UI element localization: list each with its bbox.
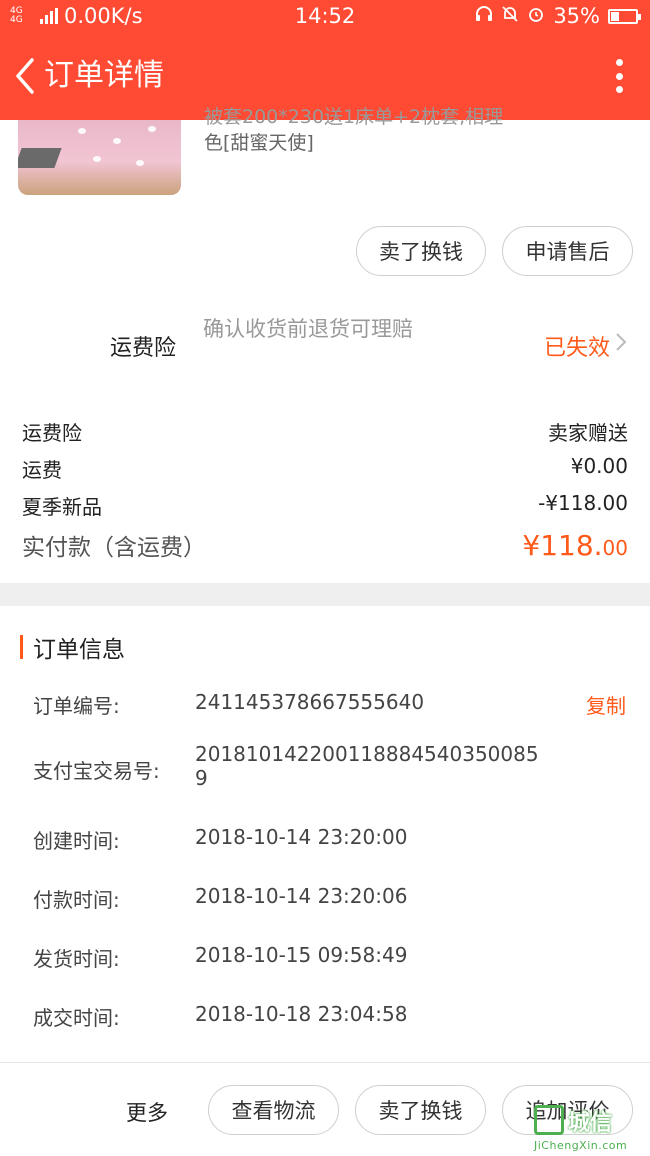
chevron-right-icon[interactable] — [614, 330, 628, 360]
product-thumbnail[interactable] — [18, 120, 181, 195]
product-description[interactable]: 被套200*230送1床单+2枕套,相理 色[甜蜜天使] — [204, 104, 544, 156]
insurance-status[interactable]: 已失效 — [544, 330, 610, 362]
section-divider — [0, 583, 650, 606]
product-desc-line2: 色[甜蜜天使] — [204, 132, 314, 154]
watermark-mark-icon — [534, 1105, 564, 1135]
more-vertical-icon[interactable] — [614, 56, 624, 96]
info-label: 创建时间: — [33, 829, 120, 853]
insurance-description: 确认收货前退货可理赔 — [203, 317, 413, 341]
title-accent-bar — [20, 635, 23, 659]
product-desc-line1: 被套200*230送1床单+2枕套,相理 — [204, 106, 504, 128]
total-value: ¥118.00 — [522, 529, 628, 562]
fee-label: 夏季新品 — [22, 495, 102, 519]
sell-exchange-bottom-button[interactable]: 卖了换钱 — [355, 1085, 486, 1135]
total-value-decimal: 00 — [602, 536, 628, 560]
after-sale-button[interactable]: 申请售后 — [502, 226, 633, 276]
page-title: 订单详情 — [44, 58, 164, 93]
fee-row: 运费 ¥0.00 — [22, 454, 628, 483]
total-value-main: ¥118. — [522, 529, 603, 562]
alipay-trade-number: 2018101422001188845403500859 — [195, 742, 539, 790]
order-number: 241145378667555640 — [195, 690, 425, 714]
view-logistics-button[interactable]: 查看物流 — [208, 1085, 339, 1135]
completed-time: 2018-10-18 23:04:58 — [195, 1002, 408, 1026]
total-label: 实付款（含运费） — [22, 535, 206, 561]
info-label: 订单编号: — [33, 694, 120, 718]
paid-time: 2018-10-14 23:20:06 — [195, 884, 408, 908]
total-row: 实付款（含运费） ¥118.00 — [22, 528, 628, 562]
shipped-time: 2018-10-15 09:58:49 — [195, 943, 408, 967]
info-label: 成交时间: — [33, 1006, 120, 1030]
info-label: 发货时间: — [33, 947, 120, 971]
fee-value: -¥118.00 — [538, 491, 628, 515]
chevron-left-icon[interactable] — [10, 56, 44, 96]
battery-icon — [608, 8, 641, 24]
watermark-brand: 城信 — [568, 1111, 613, 1136]
headset-icon — [475, 4, 493, 28]
battery-percent: 35% — [553, 4, 600, 28]
fee-label: 运费险 — [22, 421, 82, 445]
insurance-label: 运费险 — [110, 336, 177, 361]
more-button[interactable]: 更多 — [126, 1097, 168, 1127]
watermark-logo: 城信 JiChengXin.com — [534, 1105, 646, 1152]
status-bar: 4G 4G 0.00K/s 14:52 35% — [0, 0, 650, 34]
fee-row: 运费险 卖家赠送 — [22, 417, 628, 446]
order-info-title-text: 订单信息 — [33, 637, 125, 663]
order-info-title: 订单信息 — [20, 630, 125, 664]
sell-exchange-button[interactable]: 卖了换钱 — [356, 226, 486, 276]
copy-button[interactable]: 复制 — [586, 690, 626, 719]
info-label: 支付宝交易号: — [33, 759, 160, 783]
watermark-url: JiChengXin.com — [534, 1139, 628, 1152]
fee-label: 运费 — [22, 458, 62, 482]
mute-bell-icon — [501, 4, 519, 28]
battery-level — [611, 11, 619, 21]
fee-row: 夏季新品 -¥118.00 — [22, 491, 628, 520]
info-label: 付款时间: — [33, 888, 120, 912]
alarm-icon — [527, 4, 545, 28]
fee-value: ¥0.00 — [570, 454, 628, 478]
status-right: 35% — [475, 4, 641, 28]
created-time: 2018-10-14 23:20:00 — [195, 825, 408, 849]
fee-value: 卖家赠送 — [548, 421, 628, 445]
